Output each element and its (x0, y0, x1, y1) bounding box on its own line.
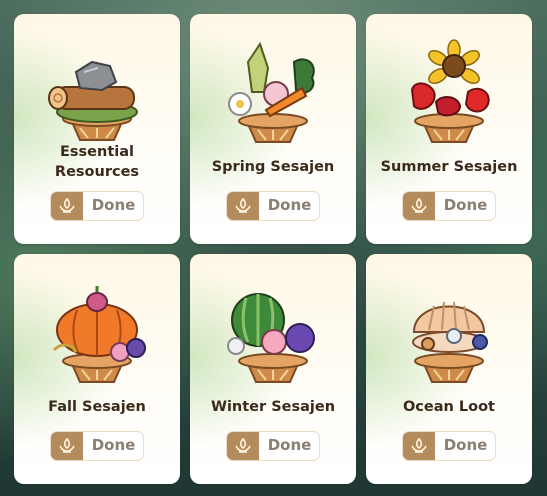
offering-card-ocean-loot[interactable]: Ocean Loot Done (366, 254, 532, 484)
spring-vegetables-offering-icon (228, 41, 315, 143)
offering-bowl-icon (59, 437, 75, 453)
offering-card-spring-sesajen[interactable]: Spring Sesajen Done (190, 14, 356, 244)
pearl-shell-offering-icon (412, 301, 488, 383)
status-label: Done (91, 436, 136, 454)
pumpkin-offering-icon (52, 286, 146, 383)
sunflower-peppers-offering-icon (410, 39, 490, 143)
status-label: Done (267, 196, 312, 214)
offering-bowl-icon (411, 437, 427, 453)
done-status-badge: Done (50, 431, 144, 461)
status-label: Done (443, 196, 488, 214)
status-label: Done (443, 436, 488, 454)
done-status-badge: Done (402, 431, 496, 461)
offering-card-essential-resources[interactable]: Essential Resources Done (14, 14, 180, 244)
offering-bowl-icon (235, 197, 251, 213)
card-title: Essential Resources (54, 144, 140, 180)
offering-card-fall-sesajen[interactable]: Fall Sesajen Done (14, 254, 180, 484)
watermelon-flowers-offering-icon (227, 293, 315, 383)
status-label: Done (91, 196, 136, 214)
done-status-badge: Done (226, 191, 320, 221)
offering-bowl-icon (411, 197, 427, 213)
offering-card-summer-sesajen[interactable]: Summer Sesajen Done (366, 14, 532, 244)
status-label: Done (267, 436, 312, 454)
card-title: Spring Sesajen (211, 159, 335, 175)
card-title: Ocean Loot (402, 399, 495, 415)
card-title: Fall Sesajen (48, 399, 146, 415)
done-status-badge: Done (50, 191, 144, 221)
offering-card-winter-sesajen[interactable]: Winter Sesajen Done (190, 254, 356, 484)
offering-bowl-icon (235, 437, 251, 453)
card-title: Winter Sesajen (210, 399, 336, 415)
done-status-badge: Done (226, 431, 320, 461)
logs-rock-offering-icon (48, 60, 138, 141)
card-title: Summer Sesajen (380, 159, 518, 175)
done-status-badge: Done (402, 191, 496, 221)
offering-bowl-icon (59, 197, 75, 213)
